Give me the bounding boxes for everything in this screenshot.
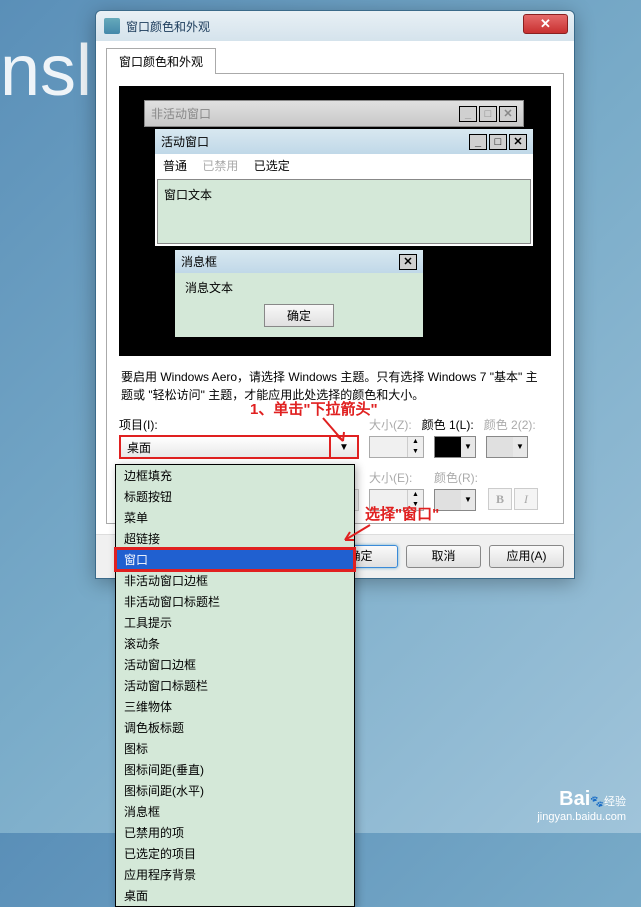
maximize-icon: □	[489, 134, 507, 150]
dropdown-option[interactable]: 标题按钮	[116, 486, 354, 507]
fontcolor-label: 颜色(R):	[434, 469, 478, 486]
color1-picker[interactable]: ▼	[434, 436, 476, 458]
preview-active-window: 活动窗口 _ □ ✕ 普通 已禁用 已选定 窗口文本	[154, 128, 534, 247]
bold-button: B	[488, 488, 512, 510]
msgbox-title: 消息框	[181, 253, 217, 270]
close-button[interactable]: ✕	[523, 14, 568, 34]
dropdown-option[interactable]: 活动窗口标题栏	[116, 675, 354, 696]
preview-inactive-window: 非活动窗口 _ □ ✕	[144, 100, 524, 127]
chevron-down-icon: ▼	[461, 437, 475, 457]
fontsize-label: 大小(E):	[369, 469, 424, 486]
preview-menubar: 普通 已禁用 已选定	[155, 154, 533, 177]
item-dropdown-value: 桌面	[127, 439, 151, 456]
active-title-text: 活动窗口	[161, 133, 209, 150]
menu-disabled: 已禁用	[202, 159, 238, 173]
color2-label: 颜色 2(2):	[484, 416, 536, 433]
annotation-arrow-2	[340, 520, 380, 550]
close-icon: ✕	[499, 106, 517, 122]
msgbox-text: 消息文本	[185, 279, 413, 296]
close-icon: ✕	[509, 134, 527, 150]
dropdown-option[interactable]: 桌面	[116, 885, 354, 906]
dropdown-option[interactable]: 图标间距(垂直)	[116, 759, 354, 780]
tab-appearance[interactable]: 窗口颜色和外观	[106, 48, 216, 74]
window-title: 窗口颜色和外观	[126, 18, 210, 35]
color2-picker: ▼	[486, 436, 528, 458]
dropdown-option[interactable]: 滚动条	[116, 633, 354, 654]
size-spinner: ▲▼	[369, 436, 424, 458]
fontcolor-picker: ▼	[434, 489, 476, 511]
item-dropdown-list[interactable]: 边框填充标题按钮菜单超链接窗口非活动窗口边框非活动窗口标题栏工具提示滚动条活动窗…	[115, 464, 355, 907]
cancel-button[interactable]: 取消	[406, 545, 481, 568]
dropdown-option[interactable]: 窗口	[116, 549, 354, 570]
tab-strip: 窗口颜色和外观	[96, 41, 574, 73]
dropdown-option[interactable]: 非活动窗口标题栏	[116, 591, 354, 612]
dropdown-option[interactable]: 调色板标题	[116, 717, 354, 738]
app-icon	[104, 18, 120, 34]
annotation-arrow-1	[318, 413, 358, 453]
preview-messagebox: 消息框 ✕ 消息文本 确定	[174, 249, 424, 338]
menu-selected: 已选定	[254, 159, 290, 173]
dropdown-option[interactable]: 超链接	[116, 528, 354, 549]
apply-button[interactable]: 应用(A)	[489, 545, 564, 568]
dropdown-option[interactable]: 应用程序背景	[116, 864, 354, 885]
preview-textarea: 窗口文本	[157, 179, 531, 244]
italic-button: I	[514, 488, 538, 510]
dropdown-option[interactable]: 菜单	[116, 507, 354, 528]
dropdown-option[interactable]: 非活动窗口边框	[116, 570, 354, 591]
minimize-icon: _	[469, 134, 487, 150]
dropdown-option[interactable]: 三维物体	[116, 696, 354, 717]
dropdown-option[interactable]: 图标间距(水平)	[116, 780, 354, 801]
titlebar[interactable]: 窗口颜色和外观 ✕	[96, 11, 574, 41]
color1-label: 颜色 1(L):	[422, 416, 474, 433]
watermark: Bai🐾经验 jingyan.baidu.com	[537, 788, 626, 823]
preview-area: 非活动窗口 _ □ ✕ 活动窗口 _ □ ✕	[119, 86, 551, 356]
annotation-step2: 选择"窗口"	[365, 503, 439, 524]
dropdown-option[interactable]: 已选定的项目	[116, 843, 354, 864]
tab-panel: 非活动窗口 _ □ ✕ 活动窗口 _ □ ✕	[106, 73, 564, 524]
close-icon: ✕	[399, 254, 417, 270]
dropdown-option[interactable]: 活动窗口边框	[116, 654, 354, 675]
inactive-title-text: 非活动窗口	[151, 105, 211, 122]
minimize-icon: _	[459, 106, 477, 122]
dropdown-option[interactable]: 边框填充	[116, 465, 354, 486]
menu-normal: 普通	[163, 159, 187, 173]
dropdown-option[interactable]: 图标	[116, 738, 354, 759]
annotation-step1: 1、单击"下拉箭头"	[250, 398, 378, 419]
msgbox-ok-button: 确定	[264, 304, 334, 327]
chevron-down-icon: ▼	[513, 437, 527, 457]
maximize-icon: □	[479, 106, 497, 122]
dropdown-option[interactable]: 消息框	[116, 801, 354, 822]
close-icon: ✕	[540, 16, 551, 32]
dropdown-option[interactable]: 工具提示	[116, 612, 354, 633]
